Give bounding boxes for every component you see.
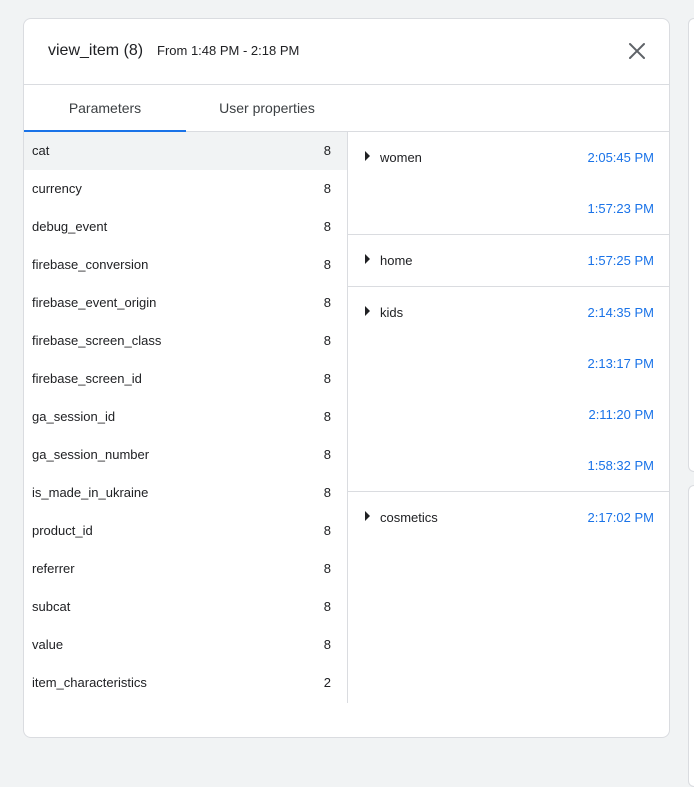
parameter-row[interactable]: ga_session_id 8 — [24, 398, 347, 436]
tab-user-properties[interactable]: User properties — [194, 85, 340, 131]
value-group: cosmetics 2:17:02 PM — [348, 492, 670, 543]
expand-arrow-icon[interactable] — [365, 306, 370, 316]
parameter-count: 8 — [323, 637, 331, 652]
parameter-count: 8 — [323, 371, 331, 386]
timestamp-link[interactable]: 2:17:02 PM — [588, 510, 655, 525]
parameter-count: 8 — [323, 295, 331, 310]
background-card-edge — [688, 18, 694, 472]
timestamp-link[interactable]: 2:11:20 PM — [588, 407, 654, 422]
value-list: women 2:05:45 PM 1:57:23 PM home 1:57:25 PM k… — [348, 132, 670, 543]
parameter-name: cat — [32, 143, 50, 158]
parameter-count: 8 — [323, 485, 331, 500]
tab-bar: Parameters User properties — [24, 85, 669, 132]
parameter-name: is_made_in_ukraine — [32, 485, 149, 500]
parameter-row[interactable]: firebase_screen_id 8 — [24, 360, 347, 398]
parameter-name: firebase_event_origin — [32, 295, 157, 310]
time-range: From 1:48 PM - 2:18 PM — [157, 43, 300, 58]
value-row: 2:13:17 PM — [348, 338, 670, 389]
parameter-name: referrer — [32, 561, 75, 576]
value-row: home 1:57:25 PM — [348, 235, 670, 286]
timestamp-link[interactable]: 2:05:45 PM — [588, 150, 655, 165]
parameter-list: cat 8 currency 8 debug_event 8 firebase_conver… — [24, 132, 348, 703]
value-label: home — [380, 253, 413, 268]
parameter-name: debug_event — [32, 219, 108, 234]
parameter-count: 8 — [323, 333, 331, 348]
parameter-name: firebase_screen_id — [32, 371, 142, 386]
dialog-header: view_item (8) From 1:48 PM - 2:18 PM — [24, 19, 669, 85]
parameter-row[interactable]: firebase_screen_class 8 — [24, 322, 347, 360]
value-row: 2:11:20 PM — [348, 389, 670, 440]
timestamp-link[interactable]: 1:57:23 PM — [588, 201, 655, 216]
parameter-row[interactable]: referrer 8 — [24, 550, 347, 588]
parameter-row[interactable]: firebase_event_origin 8 — [24, 284, 347, 322]
tab-parameters[interactable]: Parameters — [24, 85, 186, 131]
parameter-name: value — [32, 637, 64, 652]
parameter-name: firebase_screen_class — [32, 333, 162, 348]
expand-arrow-icon[interactable] — [365, 254, 370, 264]
parameter-row[interactable]: is_made_in_ukraine 8 — [24, 474, 347, 512]
parameter-name: product_id — [32, 523, 93, 538]
parameter-row[interactable]: cat 8 — [24, 132, 347, 170]
parameter-name: ga_session_number — [32, 447, 150, 462]
parameter-name: ga_session_id — [32, 409, 116, 424]
parameter-row[interactable]: debug_event 8 — [24, 208, 347, 246]
parameter-count: 8 — [323, 599, 331, 614]
parameter-row[interactable]: item_characteristics 2 — [24, 664, 347, 702]
parameter-row[interactable]: value 8 — [24, 626, 347, 664]
parameter-row[interactable]: firebase_conversion 8 — [24, 246, 347, 284]
parameter-name: currency — [32, 181, 82, 196]
value-row: 1:58:32 PM — [348, 440, 670, 491]
parameter-row[interactable]: subcat 8 — [24, 588, 347, 626]
parameter-count: 8 — [323, 181, 331, 196]
parameter-count: 2 — [323, 675, 331, 690]
value-label: cosmetics — [380, 510, 438, 525]
dialog-title: view_item (8) — [48, 42, 144, 59]
parameter-row[interactable]: currency 8 — [24, 170, 347, 208]
timestamp-link[interactable]: 2:14:35 PM — [588, 305, 655, 320]
parameter-name: subcat — [32, 599, 71, 614]
value-row: cosmetics 2:17:02 PM — [348, 492, 670, 543]
event-details-dialog: view_item (8) From 1:48 PM - 2:18 PM Par… — [23, 18, 670, 738]
parameter-name: firebase_conversion — [32, 257, 149, 272]
value-group: women 2:05:45 PM 1:57:23 PM — [348, 132, 670, 235]
expand-arrow-icon[interactable] — [365, 511, 370, 521]
value-group: kids 2:14:35 PM 2:13:17 PM 2:11:20 PM 1:58:3… — [348, 287, 670, 492]
value-row: women 2:05:45 PM — [348, 132, 670, 183]
timestamp-link[interactable]: 1:58:32 PM — [588, 458, 655, 473]
close-icon[interactable] — [627, 41, 647, 61]
parameter-count: 8 — [323, 143, 331, 158]
parameter-count: 8 — [323, 523, 331, 538]
value-row: 1:57:23 PM — [348, 183, 670, 234]
parameter-count: 8 — [323, 257, 331, 272]
timestamp-link[interactable]: 2:13:17 PM — [588, 356, 655, 371]
value-row: kids 2:14:35 PM — [348, 287, 670, 338]
parameter-count: 8 — [323, 409, 331, 424]
background-card-edge — [688, 485, 694, 787]
expand-arrow-icon[interactable] — [365, 151, 370, 161]
parameter-name: item_characteristics — [32, 675, 147, 690]
parameter-row[interactable]: ga_session_number 8 — [24, 436, 347, 474]
parameter-count: 8 — [323, 447, 331, 462]
value-group: home 1:57:25 PM — [348, 235, 670, 287]
parameter-count: 8 — [323, 219, 331, 234]
timestamp-link[interactable]: 1:57:25 PM — [588, 253, 655, 268]
parameter-count: 8 — [323, 561, 331, 576]
parameter-row[interactable]: product_id 8 — [24, 512, 347, 550]
value-label: kids — [380, 305, 404, 320]
value-label: women — [380, 150, 422, 165]
